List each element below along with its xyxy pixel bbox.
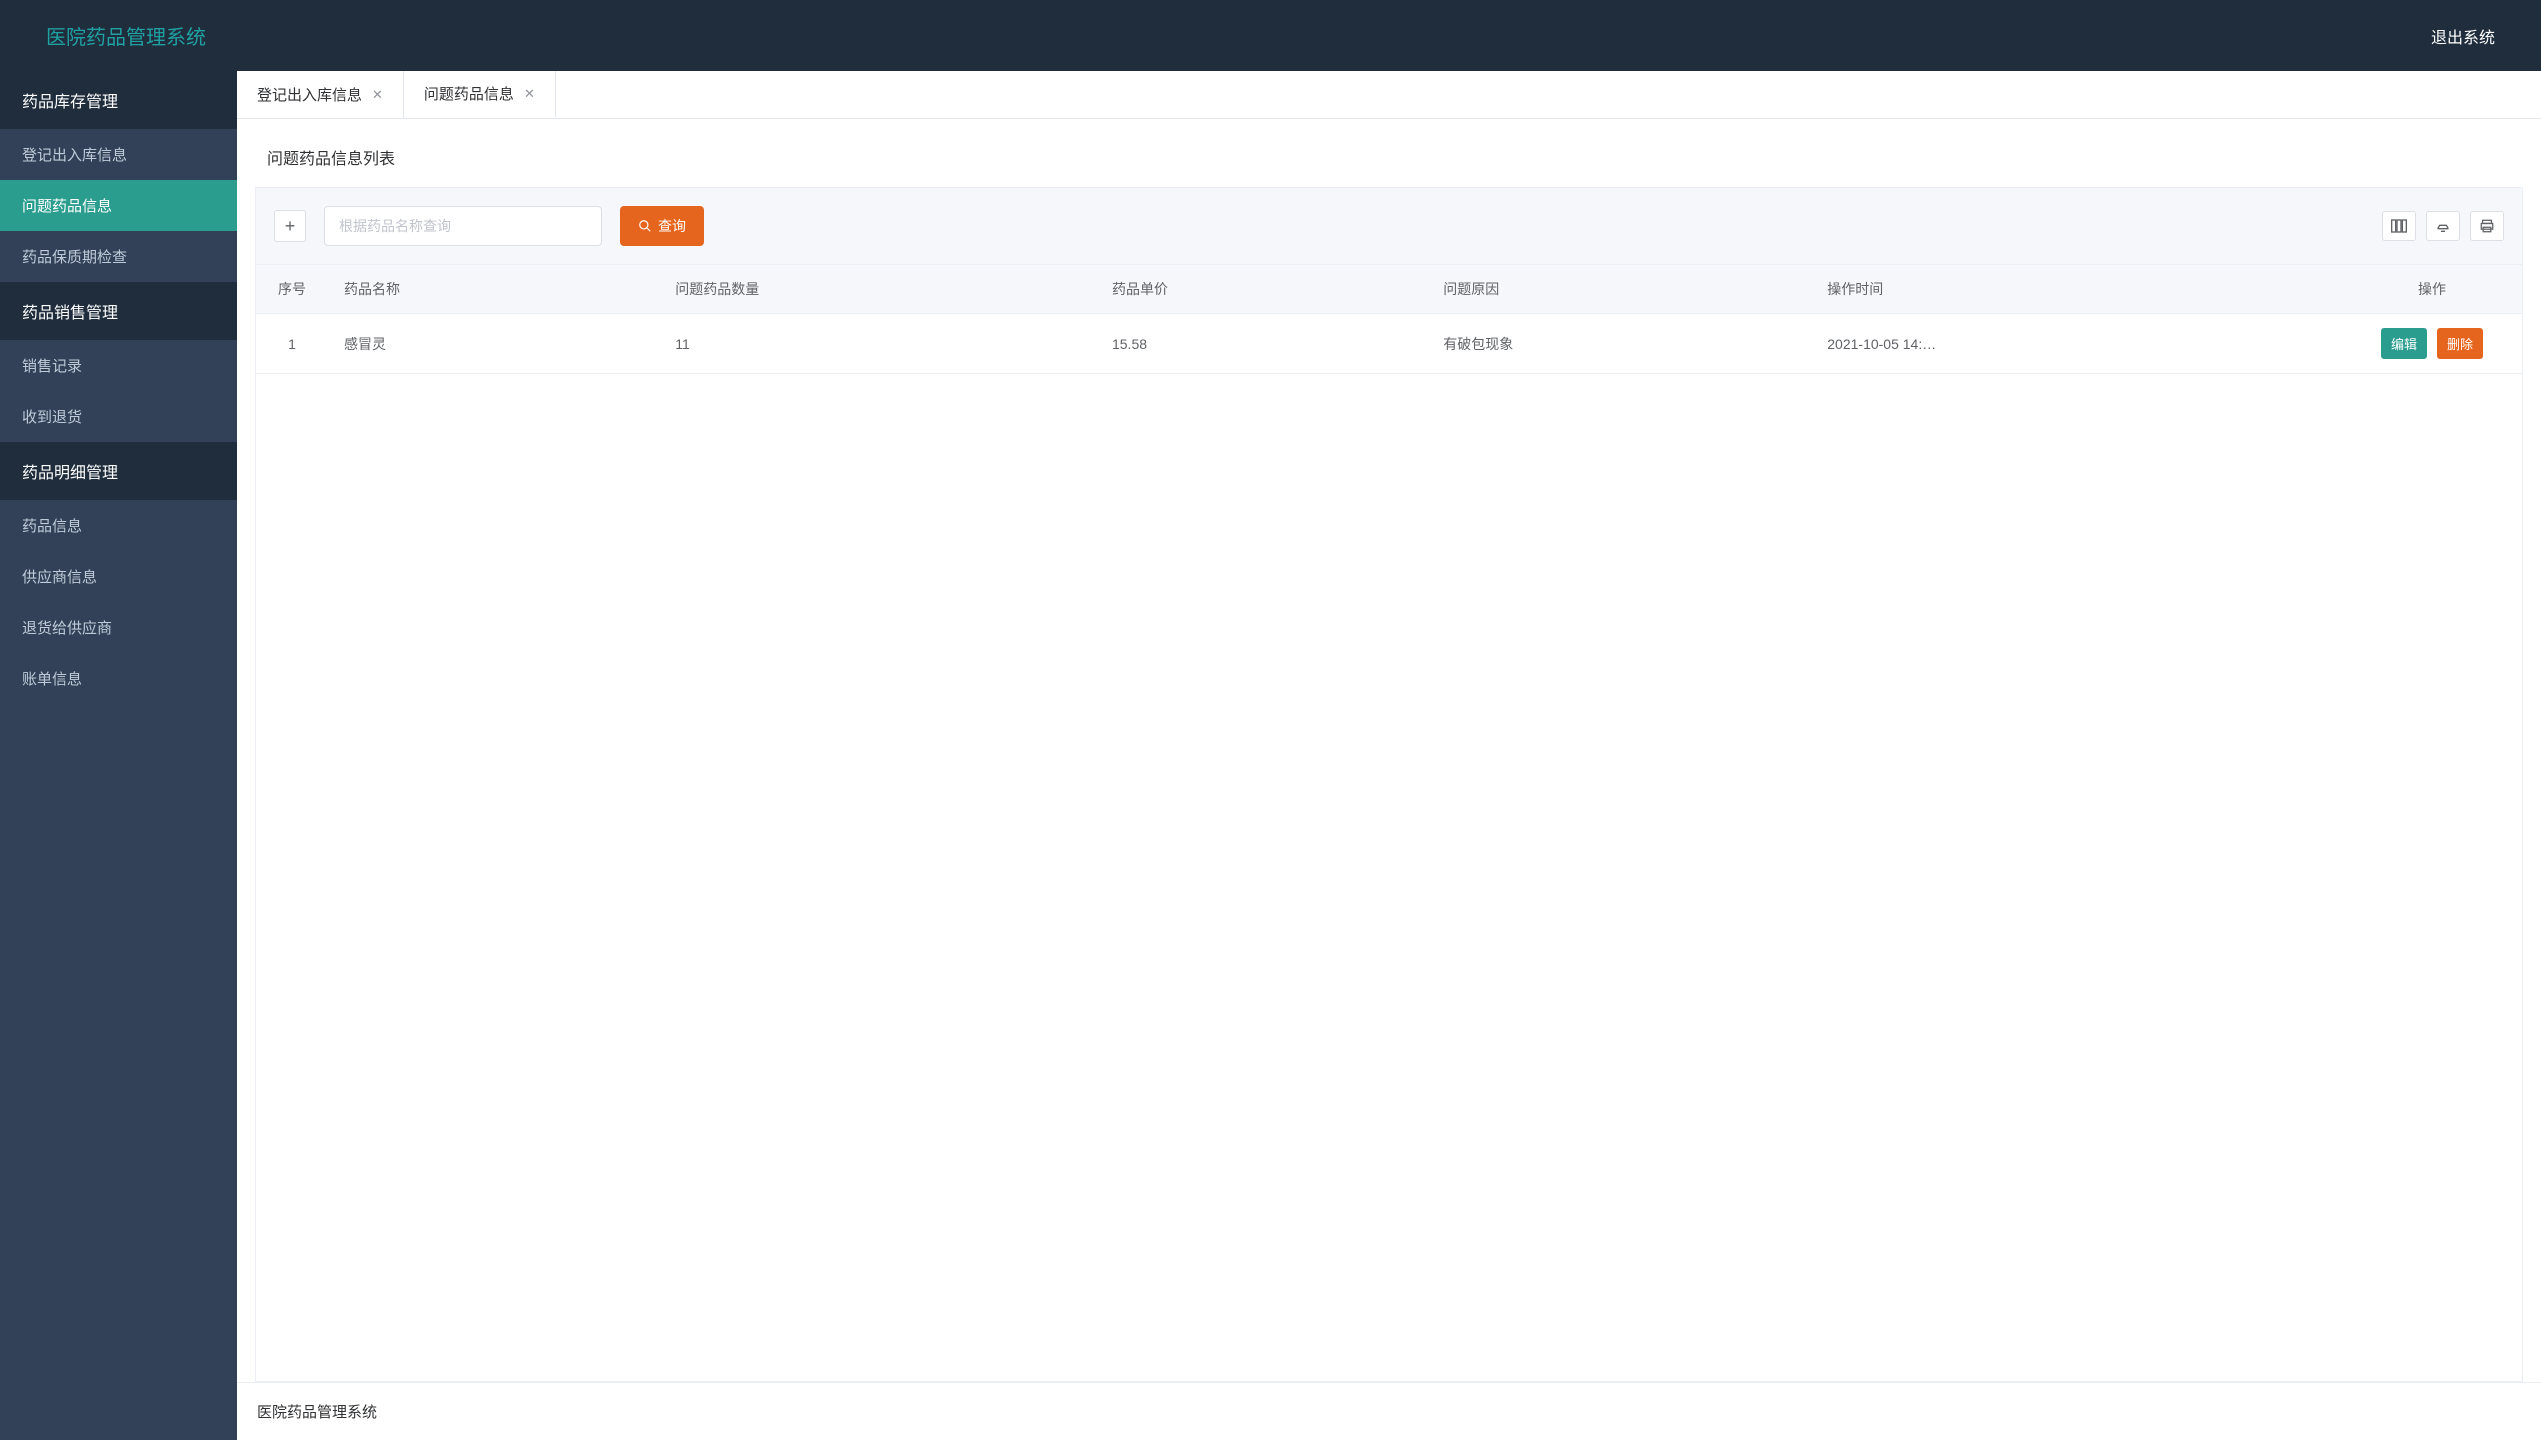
cell-price: 15.58 [1096, 314, 1427, 374]
search-button-label: 查询 [658, 216, 686, 236]
col-seq: 序号 [256, 265, 328, 314]
table-row: 1 感冒灵 11 15.58 有破包现象 2021-10-05 14:… 编辑 … [256, 314, 2522, 374]
app-title: 医院药品管理系统 [46, 21, 206, 50]
tabs-bar: 登记出入库信息 ✕ 问题药品信息 ✕ [237, 71, 2541, 119]
close-icon[interactable]: ✕ [372, 87, 383, 103]
sidebar: 药品库存管理 登记出入库信息 问题药品信息 药品保质期检查 药品销售管理 销售记… [0, 71, 237, 1440]
columns-icon [2391, 219, 2407, 233]
col-name: 药品名称 [328, 265, 659, 314]
table-header-row: 序号 药品名称 问题药品数量 药品单价 问题原因 操作时间 操作 [256, 265, 2522, 314]
col-qty: 问题药品数量 [659, 265, 1096, 314]
col-reason: 问题原因 [1427, 265, 1811, 314]
logout-link[interactable]: 退出系统 [2431, 24, 2495, 48]
panel: + 查询 [255, 187, 2523, 1382]
main-area: 登记出入库信息 ✕ 问题药品信息 ✕ 问题药品信息列表 + [237, 71, 2541, 1440]
sidebar-item-returns-received[interactable]: 收到退货 [0, 391, 237, 442]
search-button[interactable]: 查询 [620, 206, 704, 246]
sidebar-item-bill-info[interactable]: 账单信息 [0, 653, 237, 704]
col-actions: 操作 [2342, 265, 2522, 314]
sidebar-item-problem-drug[interactable]: 问题药品信息 [0, 180, 237, 231]
app-header: 医院药品管理系统 退出系统 [0, 0, 2541, 71]
content: 问题药品信息列表 + 查询 [237, 119, 2541, 1382]
sidebar-item-sales-record[interactable]: 销售记录 [0, 340, 237, 391]
print-button[interactable] [2470, 211, 2504, 241]
sidebar-group-sales[interactable]: 药品销售管理 [0, 282, 237, 340]
cell-seq: 1 [256, 314, 328, 374]
footer: 医院药品管理系统 [237, 1382, 2541, 1440]
sidebar-item-supplier-info[interactable]: 供应商信息 [0, 551, 237, 602]
tab-label: 登记出入库信息 [257, 84, 362, 105]
export-icon [2435, 219, 2451, 233]
tab-register-stock[interactable]: 登记出入库信息 ✕ [237, 71, 404, 118]
search-input[interactable] [324, 206, 602, 246]
edit-button[interactable]: 编辑 [2381, 328, 2427, 359]
sidebar-item-shelf-life[interactable]: 药品保质期检查 [0, 231, 237, 282]
search-icon [638, 219, 652, 233]
tab-label: 问题药品信息 [424, 83, 514, 104]
sidebar-item-register-stock[interactable]: 登记出入库信息 [0, 129, 237, 180]
sidebar-group-details[interactable]: 药品明细管理 [0, 442, 237, 500]
close-icon[interactable]: ✕ [524, 86, 535, 102]
columns-button[interactable] [2382, 211, 2416, 241]
cell-actions: 编辑 删除 [2342, 314, 2522, 374]
cell-name: 感冒灵 [328, 314, 659, 374]
data-table: 序号 药品名称 问题药品数量 药品单价 问题原因 操作时间 操作 1 感冒灵 [256, 265, 2522, 374]
page-title: 问题药品信息列表 [267, 145, 2523, 169]
print-icon [2479, 219, 2495, 233]
col-time: 操作时间 [1811, 265, 2342, 314]
toolbar: + 查询 [256, 188, 2522, 265]
add-button[interactable]: + [274, 210, 306, 242]
sidebar-group-inventory[interactable]: 药品库存管理 [0, 71, 237, 129]
cell-qty: 11 [659, 314, 1096, 374]
cell-reason: 有破包现象 [1427, 314, 1811, 374]
sidebar-item-drug-info[interactable]: 药品信息 [0, 500, 237, 551]
delete-button[interactable]: 删除 [2437, 328, 2483, 359]
plus-icon: + [285, 216, 296, 237]
sidebar-item-return-supplier[interactable]: 退货给供应商 [0, 602, 237, 653]
tab-problem-drug[interactable]: 问题药品信息 ✕ [404, 71, 556, 118]
col-price: 药品单价 [1096, 265, 1427, 314]
export-button[interactable] [2426, 211, 2460, 241]
cell-time: 2021-10-05 14:… [1811, 314, 2342, 374]
